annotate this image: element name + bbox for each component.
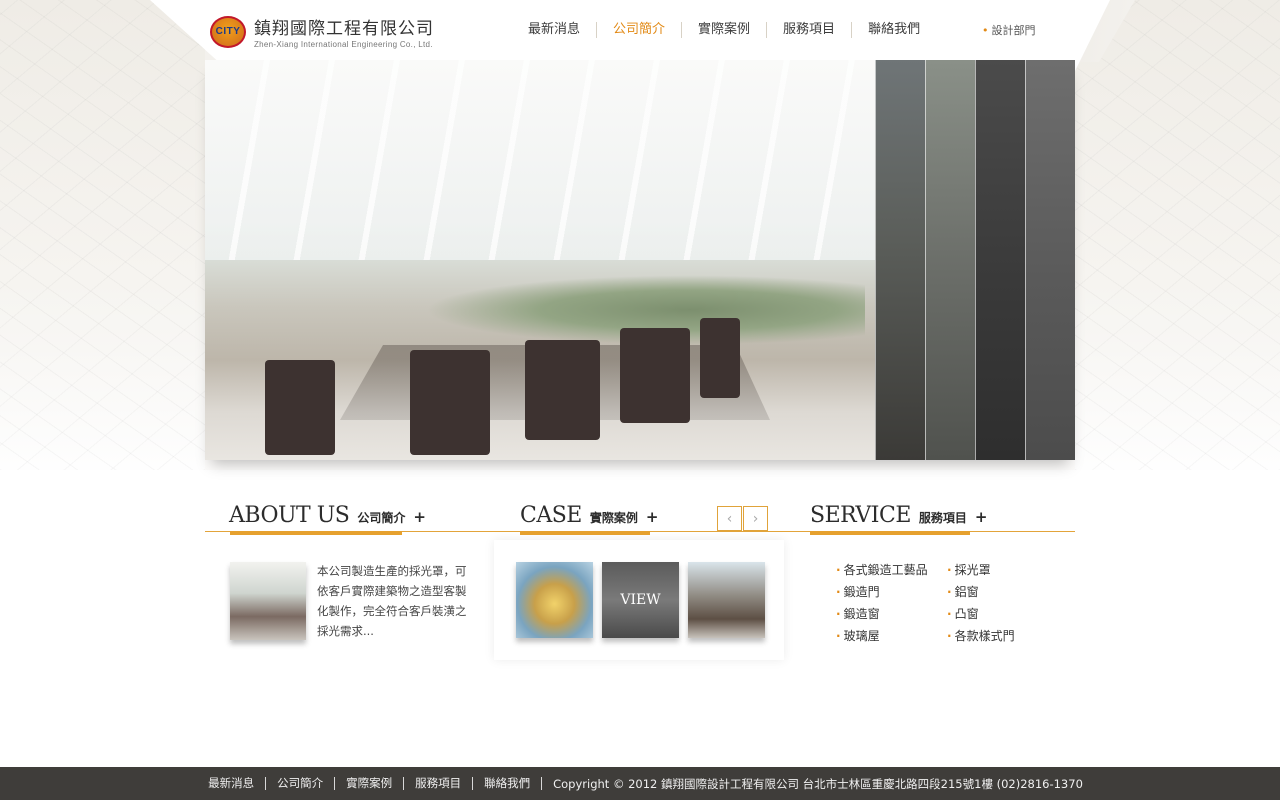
footer-link-contact[interactable]: 聯絡我們 bbox=[473, 777, 543, 790]
nav-item-services[interactable]: 服務項目 bbox=[767, 22, 853, 38]
about-thumbnail[interactable] bbox=[230, 562, 306, 640]
nav-item-about[interactable]: 公司簡介 bbox=[597, 22, 683, 38]
about-heading: ABOUT US 公司簡介 + bbox=[229, 503, 426, 528]
about-underline bbox=[230, 531, 402, 535]
hero-slide-thumb[interactable] bbox=[1025, 60, 1075, 460]
service-more-button[interactable]: + bbox=[975, 508, 988, 526]
hero-skylight-roof bbox=[205, 60, 875, 260]
about-more-button[interactable]: + bbox=[413, 508, 426, 526]
case-next-button[interactable]: › bbox=[743, 506, 768, 531]
hero-chair bbox=[620, 328, 690, 423]
service-item[interactable]: 玻璃屋 bbox=[836, 627, 947, 645]
blueprint-background-left bbox=[0, 0, 205, 470]
view-label: VIEW bbox=[620, 592, 661, 608]
logo-text: 鎮翔國際工程有限公司 Zhen-Xiang International Engi… bbox=[254, 14, 434, 49]
footer-copyright: Copyright © 2012 鎮翔國際設計工程有限公司 台北市士林區重慶北路… bbox=[553, 776, 1083, 791]
case-thumbnail[interactable]: VIEW bbox=[602, 562, 679, 638]
company-name-en: Zhen-Xiang International Engineering Co.… bbox=[254, 40, 433, 49]
nav-item-news[interactable]: 最新消息 bbox=[512, 22, 598, 38]
chevron-right-icon: › bbox=[752, 510, 759, 527]
hero-chair bbox=[265, 360, 335, 455]
service-list: 各式鍛造工藝品 採光罩 鍛造門 鋁窗 鍛造窗 凸窗 玻璃屋 各款樣式門 bbox=[836, 561, 1037, 645]
hero-slide-thumb[interactable] bbox=[975, 60, 1025, 460]
service-item[interactable]: 凸窗 bbox=[947, 605, 1037, 623]
service-heading: SERVICE 服務項目 + bbox=[810, 503, 988, 528]
service-item[interactable]: 採光罩 bbox=[947, 561, 1037, 579]
hero-chair bbox=[525, 340, 600, 440]
case-heading: CASE 實際案例 + bbox=[520, 503, 659, 528]
hero-banner bbox=[205, 60, 1075, 460]
case-prev-button[interactable]: ‹ bbox=[717, 506, 742, 531]
service-item[interactable]: 鋁窗 bbox=[947, 583, 1037, 601]
logo-badge-icon: CITY bbox=[210, 15, 246, 48]
footer: 最新消息 公司簡介 實際案例 服務項目 聯絡我們 Copyright © 201… bbox=[0, 767, 1280, 800]
case-underline bbox=[520, 531, 650, 535]
main-nav: 最新消息 公司簡介 實際案例 服務項目 聯絡我們 bbox=[512, 22, 936, 38]
case-thumbnail[interactable] bbox=[516, 562, 593, 638]
service-item[interactable]: 鍛造窗 bbox=[836, 605, 947, 623]
hero-chair bbox=[700, 318, 740, 398]
logo[interactable]: CITY 鎮翔國際工程有限公司 Zhen-Xiang International… bbox=[210, 14, 434, 49]
company-name-cn: 鎮翔國際工程有限公司 bbox=[254, 19, 434, 39]
hero-slide-thumb[interactable] bbox=[925, 60, 975, 460]
service-item[interactable]: 各式鍛造工藝品 bbox=[836, 561, 947, 579]
hero-chair bbox=[410, 350, 490, 455]
blueprint-background-right bbox=[1075, 0, 1280, 470]
footer-link-services[interactable]: 服務項目 bbox=[404, 777, 474, 790]
service-item[interactable]: 各款樣式門 bbox=[947, 627, 1037, 645]
service-item[interactable]: 鍛造門 bbox=[836, 583, 947, 601]
case-thumbnail[interactable] bbox=[688, 562, 765, 638]
design-department-link[interactable]: 設計部門 bbox=[982, 22, 1036, 38]
footer-link-news[interactable]: 最新消息 bbox=[197, 777, 267, 790]
footer-link-cases[interactable]: 實際案例 bbox=[335, 777, 405, 790]
service-underline bbox=[810, 531, 970, 535]
footer-link-about[interactable]: 公司簡介 bbox=[266, 777, 336, 790]
hero-slide-thumb[interactable] bbox=[875, 60, 925, 460]
chevron-left-icon: ‹ bbox=[726, 510, 733, 527]
nav-item-contact[interactable]: 聯絡我們 bbox=[852, 22, 936, 38]
nav-item-cases[interactable]: 實際案例 bbox=[682, 22, 768, 38]
case-more-button[interactable]: + bbox=[646, 508, 659, 526]
about-description: 本公司製造生產的採光罩，可依客戶實際建築物之造型客製化製作，完全符合客戶裝潢之採… bbox=[317, 564, 467, 638]
hero-main-image bbox=[205, 60, 875, 460]
